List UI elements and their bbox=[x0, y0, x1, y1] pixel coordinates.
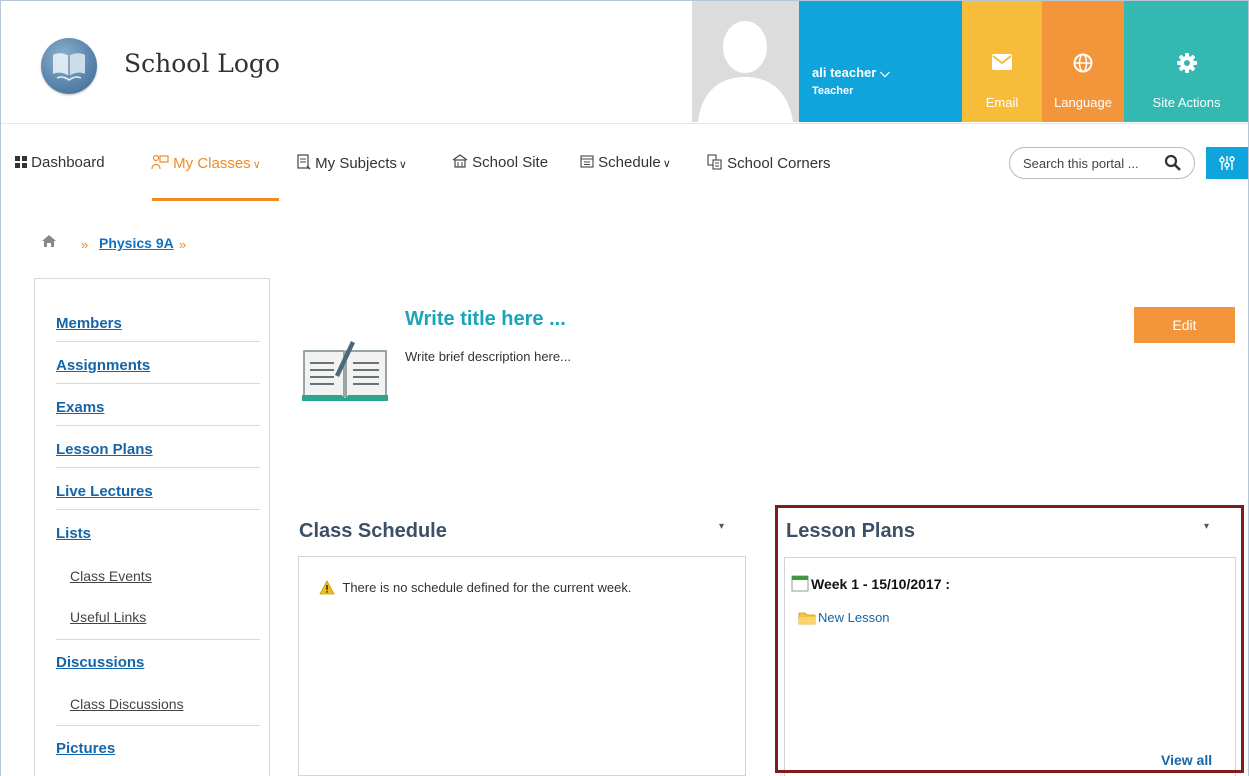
sidebar-item-live-lectures[interactable]: Live Lectures bbox=[56, 483, 153, 500]
site-actions-tile[interactable]: Site Actions bbox=[1124, 1, 1248, 122]
search-icon[interactable] bbox=[1164, 154, 1182, 172]
chevron-down-icon: ∨ bbox=[252, 159, 261, 171]
nav-dashboard[interactable]: Dashboard bbox=[15, 154, 105, 171]
sidebar-item-assignments[interactable]: Assignments bbox=[56, 357, 150, 374]
divider bbox=[56, 383, 260, 384]
calendar-icon bbox=[580, 155, 594, 168]
highlight-frame bbox=[775, 505, 1244, 773]
divider bbox=[56, 509, 260, 510]
nav-my-classes[interactable]: My Classes ∨ bbox=[151, 154, 261, 172]
user-avatar[interactable] bbox=[692, 1, 799, 122]
sidebar-item-discussions[interactable]: Discussions bbox=[56, 654, 144, 671]
chevron-down-icon: ⌵ bbox=[879, 65, 890, 80]
divider bbox=[56, 425, 260, 426]
divider bbox=[56, 341, 260, 342]
active-nav-indicator bbox=[152, 198, 279, 201]
search-box[interactable]: Search this portal ... bbox=[1009, 147, 1195, 179]
language-tile[interactable]: Language bbox=[1042, 1, 1124, 122]
warning-icon bbox=[319, 580, 335, 595]
divider bbox=[56, 639, 260, 640]
breadcrumb-separator: » bbox=[179, 237, 187, 252]
user-menu[interactable]: ali teacher ⌵ Teacher bbox=[799, 1, 962, 122]
nav-school-corners[interactable]: School Corners bbox=[707, 154, 831, 172]
classes-icon bbox=[151, 154, 169, 170]
breadcrumb-physics-9a[interactable]: Physics 9A bbox=[99, 235, 174, 251]
nav-school-site[interactable]: School Site bbox=[452, 154, 548, 171]
chevron-down-icon: ∨ bbox=[662, 158, 671, 170]
sidebar-item-lists[interactable]: Lists bbox=[56, 525, 91, 542]
schedule-warning: There is no schedule defined for the cur… bbox=[319, 580, 631, 595]
sidebar-item-exams[interactable]: Exams bbox=[56, 399, 104, 416]
page-description: Write brief description here... bbox=[405, 349, 571, 364]
class-sidebar: Members Assignments Exams Lesson Plans L… bbox=[34, 278, 270, 776]
language-label: Language bbox=[1054, 95, 1112, 110]
subjects-icon bbox=[297, 154, 311, 170]
nav-schedule[interactable]: Schedule ∨ bbox=[580, 154, 671, 171]
page-title[interactable]: Write title here ... bbox=[405, 308, 566, 331]
caret-down-icon[interactable]: ▾ bbox=[719, 521, 724, 532]
sidebar-item-lesson-plans[interactable]: Lesson Plans bbox=[56, 441, 153, 458]
sidebar-item-members[interactable]: Members bbox=[56, 315, 122, 332]
portal-window: School Logo ali teacher ⌵ Teacher Email bbox=[0, 0, 1249, 776]
class-schedule-panel: There is no schedule defined for the cur… bbox=[298, 556, 746, 776]
sidebar-item-class-discussions[interactable]: Class Discussions bbox=[70, 696, 184, 712]
sidebar-item-class-events[interactable]: Class Events bbox=[70, 568, 152, 584]
sidebar-item-useful-links[interactable]: Useful Links bbox=[70, 609, 146, 625]
sidebar-item-pictures[interactable]: Pictures bbox=[56, 740, 115, 757]
class-schedule-title: Class Schedule bbox=[299, 520, 447, 542]
globe-icon bbox=[1042, 39, 1124, 79]
corners-icon bbox=[707, 154, 722, 170]
sliders-icon bbox=[1219, 156, 1235, 170]
nav-my-subjects[interactable]: My Subjects ∨ bbox=[297, 154, 407, 172]
divider bbox=[56, 467, 260, 468]
filter-button[interactable] bbox=[1206, 147, 1248, 179]
email-tile[interactable]: Email bbox=[962, 1, 1042, 122]
gear-icon bbox=[1124, 39, 1248, 79]
school-logo-icon[interactable] bbox=[41, 38, 97, 94]
home-icon[interactable] bbox=[41, 234, 57, 253]
main-nav: Dashboard My Classes ∨ My Subjects ∨ Sch… bbox=[1, 123, 1248, 203]
email-label: Email bbox=[985, 95, 1019, 110]
envelope-icon bbox=[962, 39, 1042, 79]
search-input[interactable]: Search this portal ... bbox=[1023, 156, 1139, 171]
school-icon bbox=[452, 154, 468, 168]
divider bbox=[56, 725, 260, 726]
school-logo-text[interactable]: School Logo bbox=[124, 49, 280, 78]
user-name[interactable]: ali teacher ⌵ bbox=[812, 65, 890, 81]
user-role: Teacher bbox=[812, 85, 854, 97]
edit-button[interactable]: Edit bbox=[1134, 307, 1235, 343]
site-actions-label: Site Actions bbox=[1152, 95, 1221, 110]
header: School Logo ali teacher ⌵ Teacher Email bbox=[1, 1, 1248, 123]
breadcrumb-separator: » bbox=[81, 237, 89, 252]
open-book-icon bbox=[301, 339, 389, 408]
chevron-down-icon: ∨ bbox=[398, 159, 407, 171]
dashboard-icon bbox=[15, 156, 27, 168]
